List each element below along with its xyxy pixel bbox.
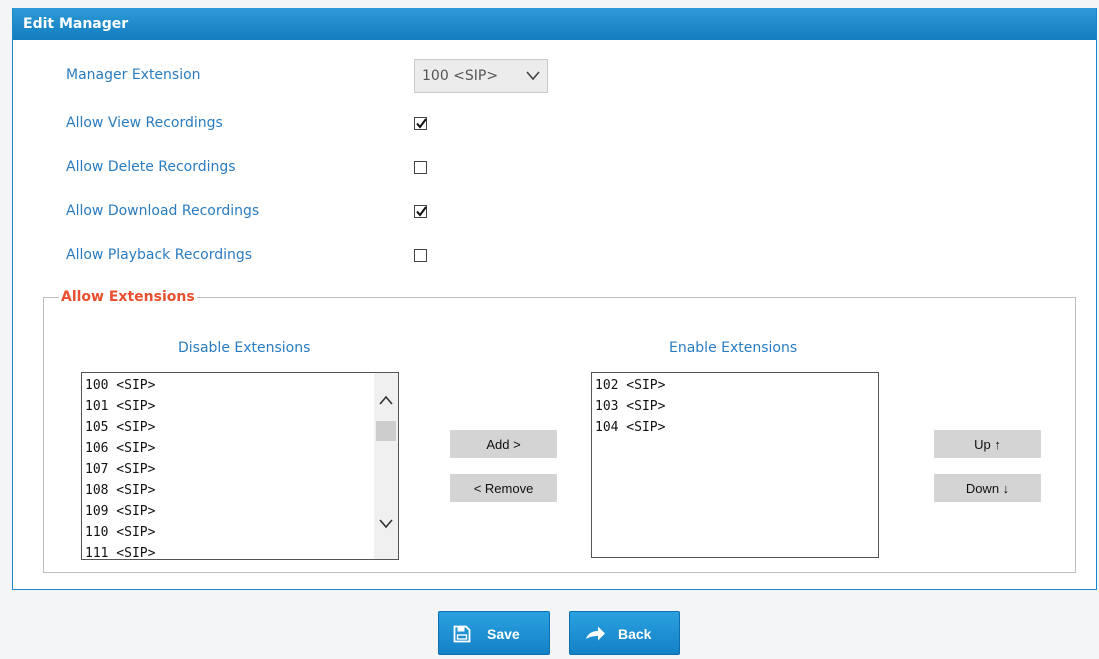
- enabled-option[interactable]: 103 <SIP>: [592, 396, 878, 417]
- back-arrow-icon: [586, 626, 605, 641]
- move-down-button[interactable]: Down ↓: [934, 474, 1041, 502]
- disabled-option[interactable]: 107 <SIP>: [82, 459, 398, 480]
- save-button[interactable]: Save: [438, 611, 550, 655]
- enabled-option[interactable]: 102 <SIP>: [592, 375, 878, 396]
- disabled-option[interactable]: 111 <SIP>: [82, 543, 398, 559]
- disabled-option[interactable]: 101 <SIP>: [82, 396, 398, 417]
- chevron-down-icon: [526, 71, 540, 81]
- disabled-extensions-options: 100 <SIP> 101 <SIP> 105 <SIP> 106 <SIP> 107 …: [82, 373, 398, 559]
- enabled-extensions-listbox[interactable]: 102 <SIP> 103 <SIP> 104 <SIP>: [591, 372, 879, 558]
- allow-delete-recordings-checkbox[interactable]: [414, 161, 427, 174]
- back-button[interactable]: Back: [569, 611, 680, 655]
- disable-extensions-title: Disable Extensions: [178, 340, 311, 356]
- manager-extension-value: 100 <SIP>: [422, 68, 499, 84]
- disabled-option[interactable]: 109 <SIP>: [82, 501, 398, 522]
- allow-playback-recordings-checkbox[interactable]: [414, 249, 427, 262]
- allow-delete-recordings-label: Allow Delete Recordings: [66, 159, 236, 175]
- allow-view-recordings-checkbox[interactable]: [414, 117, 427, 130]
- scroll-down-icon[interactable]: [379, 519, 393, 529]
- allow-download-recordings-checkbox[interactable]: [414, 205, 427, 218]
- save-icon: [453, 625, 471, 643]
- scrollbar-thumb[interactable]: [376, 421, 396, 441]
- disabled-option[interactable]: 105 <SIP>: [82, 417, 398, 438]
- disabled-option[interactable]: 110 <SIP>: [82, 522, 398, 543]
- manager-extension-select[interactable]: 100 <SIP>: [414, 59, 548, 93]
- allow-extensions-legend: Allow Extensions: [59, 289, 197, 305]
- enable-extensions-title: Enable Extensions: [669, 340, 798, 356]
- back-label: Back: [618, 626, 652, 642]
- disabled-extensions-listbox[interactable]: 100 <SIP> 101 <SIP> 105 <SIP> 106 <SIP> 107 …: [81, 372, 399, 560]
- save-label: Save: [487, 626, 520, 642]
- enabled-extensions-options: 102 <SIP> 103 <SIP> 104 <SIP>: [592, 373, 878, 438]
- allow-view-recordings-label: Allow View Recordings: [66, 115, 223, 131]
- move-up-button[interactable]: Up ↑: [934, 430, 1041, 458]
- add-button[interactable]: Add >: [450, 430, 557, 458]
- enabled-option[interactable]: 104 <SIP>: [592, 417, 878, 438]
- disabled-option[interactable]: 108 <SIP>: [82, 480, 398, 501]
- panel-title: Edit Manager: [13, 8, 1096, 40]
- checkmark-icon: [416, 206, 427, 217]
- edit-manager-panel: Edit Manager Manager Extension 100 <SIP>…: [12, 8, 1097, 590]
- disabled-option[interactable]: 106 <SIP>: [82, 438, 398, 459]
- remove-button[interactable]: < Remove: [450, 474, 557, 502]
- disabled-option[interactable]: 100 <SIP>: [82, 375, 398, 396]
- allow-playback-recordings-label: Allow Playback Recordings: [66, 247, 253, 263]
- checkmark-icon: [416, 118, 427, 129]
- allow-download-recordings-label: Allow Download Recordings: [66, 203, 260, 219]
- manager-extension-label: Manager Extension: [66, 67, 201, 83]
- listbox-scrollbar[interactable]: [374, 373, 398, 559]
- scroll-up-icon[interactable]: [379, 395, 393, 405]
